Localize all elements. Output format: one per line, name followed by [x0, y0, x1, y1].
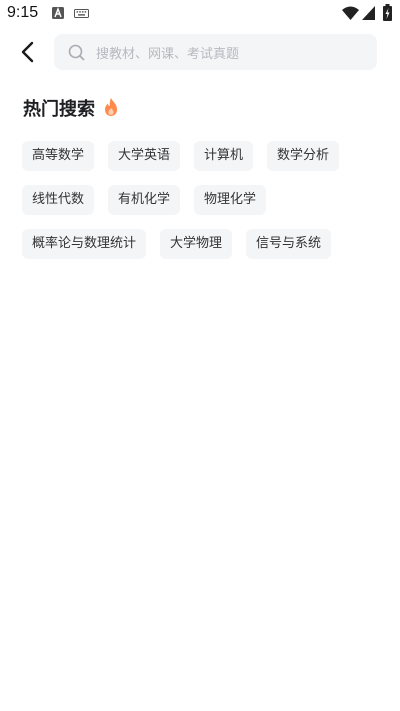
status-bar: 9:15 [0, 0, 400, 28]
hot-search-tag[interactable]: 数学分析 [267, 141, 340, 171]
wifi-icon [342, 6, 359, 20]
hot-search-tag[interactable]: 有机化学 [108, 185, 181, 215]
chevron-left-icon [21, 41, 34, 63]
signal-icon [362, 6, 375, 20]
hot-search-tag[interactable]: 大学物理 [160, 229, 233, 259]
battery-charging-icon [383, 4, 392, 21]
hot-search-tags: 高等数学 大学英语 计算机 数学分析 线性代数 有机化学 物理化学 概率论与数理统计 大学物理信… [22, 141, 382, 273]
tag-row: 线性代数 有机化学 物理化学 [22, 185, 382, 215]
keyboard-a-icon [52, 7, 64, 19]
section-title: 热门搜索 [23, 99, 95, 120]
hot-search-tag[interactable]: 计算机 [194, 141, 254, 171]
back-button[interactable] [16, 38, 42, 66]
fire-icon [105, 98, 117, 116]
hot-search-tag[interactable]: 物理化学 [194, 185, 267, 215]
hot-search-tag[interactable]: 概率论与数理统计 [22, 229, 147, 259]
tag-row: 概率论与数理统计 大学物理 信号与系统 [22, 229, 382, 259]
hot-search-tag[interactable]: 高等数学 [22, 141, 95, 171]
search-input[interactable]: 搜教材、网课、考试真题 [54, 34, 377, 70]
hot-search-tag[interactable]: 大学英语 [108, 141, 181, 171]
hot-search-tag[interactable]: 线性代数 [22, 185, 95, 215]
search-placeholder: 搜教材、网课、考试真题 [96, 47, 240, 62]
tag-row: 高等数学 大学英语 计算机 数学分析 [22, 141, 382, 171]
search-icon [68, 44, 85, 61]
status-time: 9:15 [7, 4, 39, 21]
hot-search-tag[interactable]: 信号与系统 [246, 229, 332, 259]
keyboard-icon [74, 9, 89, 18]
